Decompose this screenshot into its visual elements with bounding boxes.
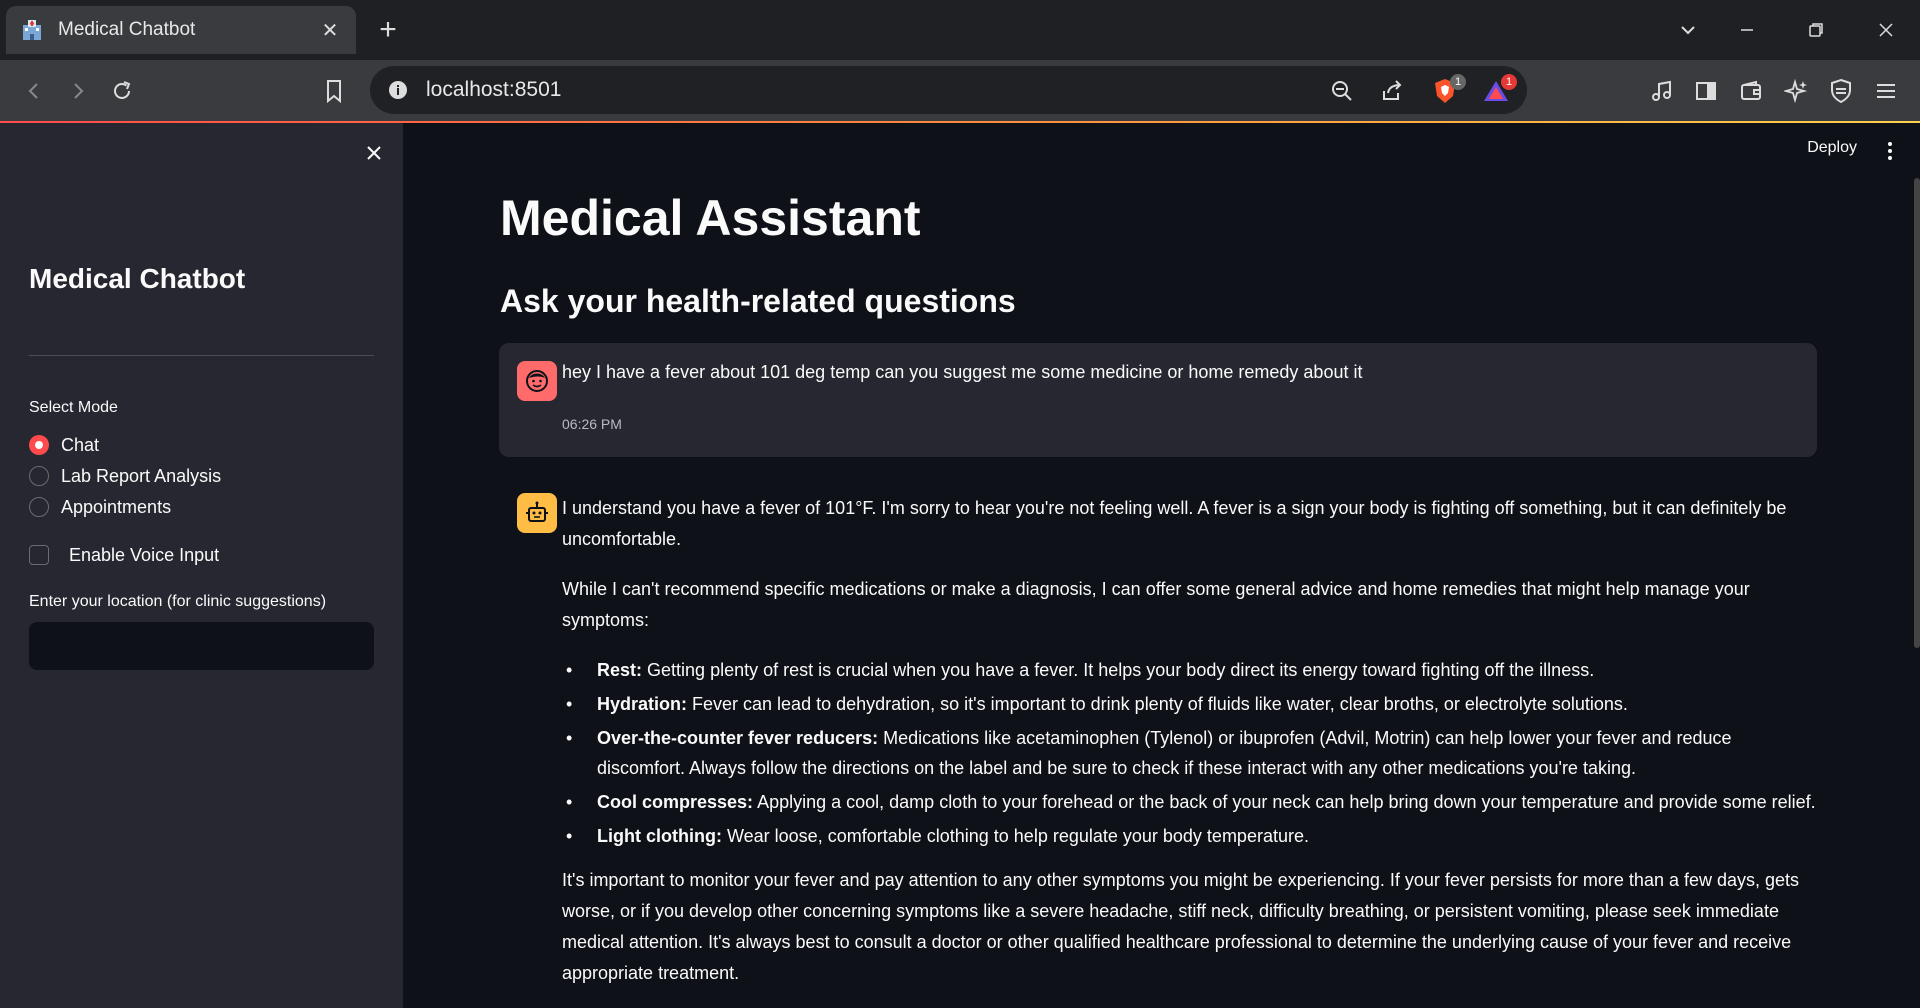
wallet-icon[interactable] (1734, 74, 1768, 108)
sidebar-title: Medical Chatbot (29, 263, 246, 294)
back-icon[interactable] (17, 74, 51, 108)
voice-input-checkbox-row[interactable]: Enable Voice Input (29, 542, 219, 568)
list-item-text: Getting plenty of rest is crucial when y… (647, 660, 1595, 680)
deploy-button[interactable]: Deploy (1807, 139, 1857, 157)
list-item-title: Over-the-counter fever reducers: (597, 728, 879, 748)
tab-search-chevron-icon[interactable] (1668, 14, 1708, 46)
voice-input-checkbox[interactable] (29, 545, 49, 565)
radio-button[interactable] (29, 497, 49, 517)
list-item: Light clothing: Wear loose, comfortable … (562, 821, 1817, 851)
brave-shield-badge: 1 (1450, 74, 1466, 90)
radio-option-lab-report[interactable]: Lab Report Analysis (29, 463, 221, 489)
assistant-message-body: I understand you have a fever of 101°F. … (562, 493, 1817, 1008)
zoom-out-icon[interactable] (1327, 76, 1357, 106)
page-subtitle: Ask your health-related questions (500, 283, 1016, 319)
minimize-icon[interactable] (1727, 14, 1767, 46)
list-item: Over-the-counter fever reducers: Medicat… (562, 723, 1817, 783)
radio-option-label: Chat (61, 434, 100, 455)
scrollbar[interactable] (1914, 178, 1920, 648)
radio-button[interactable] (29, 435, 49, 455)
list-item-title: Rest: (597, 660, 643, 680)
browser-tab[interactable]: Medical Chatbot ✕ (6, 6, 356, 54)
sidebar-divider (29, 355, 374, 356)
list-item-text: Fever can lead to dehydration, so it's i… (692, 694, 1628, 714)
address-bar[interactable]: localhost:8501 1 1 (370, 66, 1527, 114)
radio-option-appointments[interactable]: Appointments (29, 494, 171, 520)
voice-input-label: Enable Voice Input (69, 544, 220, 565)
radio-button[interactable] (29, 466, 49, 486)
user-avatar-icon (517, 361, 557, 401)
sidebar: Medical Chatbot Select Mode Chat Lab Rep… (0, 123, 403, 1008)
list-item-text: Applying a cool, damp cloth to your fore… (757, 792, 1816, 812)
close-window-icon[interactable] (1866, 14, 1906, 46)
main-content: Deploy Medical Assistant Ask your health… (403, 123, 1920, 1008)
brave-shield-icon[interactable]: 1 (1430, 74, 1466, 106)
message-timestamp: 06:26 PM (562, 416, 622, 432)
info-icon[interactable] (388, 80, 408, 100)
reload-icon[interactable] (105, 74, 139, 108)
radio-option-label: Appointments (61, 496, 172, 517)
share-icon[interactable] (1377, 76, 1407, 106)
new-tab-icon[interactable]: + (372, 13, 404, 46)
list-item: Hydration: Fever can lead to dehydration… (562, 689, 1817, 719)
select-mode-label: Select Mode (29, 399, 118, 416)
rewards-badge: 1 (1501, 74, 1517, 90)
tab-close-icon[interactable]: ✕ (318, 18, 342, 42)
assistant-lead: While I can't recommend specific medicat… (562, 579, 1750, 630)
bookmark-icon[interactable] (317, 74, 351, 108)
menu-icon[interactable] (1869, 74, 1903, 108)
list-item: Rest: Getting plenty of rest is crucial … (562, 655, 1817, 685)
tab-title: Medical Chatbot (58, 19, 196, 40)
location-label: Enter your location (for clinic suggesti… (29, 593, 327, 610)
brave-rewards-icon[interactable]: 1 (1481, 74, 1517, 106)
assistant-closing: It's important to monitor your fever and… (562, 870, 1800, 983)
kebab-menu-icon[interactable] (1880, 139, 1900, 163)
leo-ai-icon[interactable] (1779, 74, 1813, 108)
list-item-text: Wear loose, comfortable clothing to help… (726, 826, 1309, 846)
user-message-text: hey I have a fever about 101 deg temp ca… (562, 362, 1363, 382)
browser-tab-strip: Medical Chatbot ✕ + (0, 0, 1920, 60)
music-icon[interactable] (1645, 74, 1679, 108)
restore-icon[interactable] (1796, 14, 1836, 46)
list-item-title: Light clothing: (597, 826, 722, 846)
list-item-title: Cool compresses: (597, 792, 754, 812)
sidebar-icon[interactable] (1689, 74, 1723, 108)
vpn-icon[interactable] (1824, 74, 1858, 108)
hospital-favicon-icon (20, 18, 44, 42)
list-item: Cool compresses: Applying a cool, damp c… (562, 787, 1817, 817)
location-input[interactable] (29, 622, 374, 670)
page-title: Medical Assistant (500, 190, 921, 246)
close-sidebar-icon[interactable] (362, 141, 386, 165)
advice-list: Rest: Getting plenty of rest is crucial … (562, 655, 1817, 851)
list-item-title: Hydration: (597, 694, 687, 714)
radio-option-label: Lab Report Analysis (61, 465, 222, 486)
assistant-intro: I understand you have a fever of 101°F. … (562, 498, 1787, 549)
radio-option-chat[interactable]: Chat (29, 432, 99, 458)
url-text[interactable]: localhost:8501 (426, 78, 561, 102)
user-chat-message: hey I have a fever about 101 deg temp ca… (499, 343, 1817, 457)
forward-icon[interactable] (61, 74, 95, 108)
bot-avatar-icon (517, 493, 557, 533)
